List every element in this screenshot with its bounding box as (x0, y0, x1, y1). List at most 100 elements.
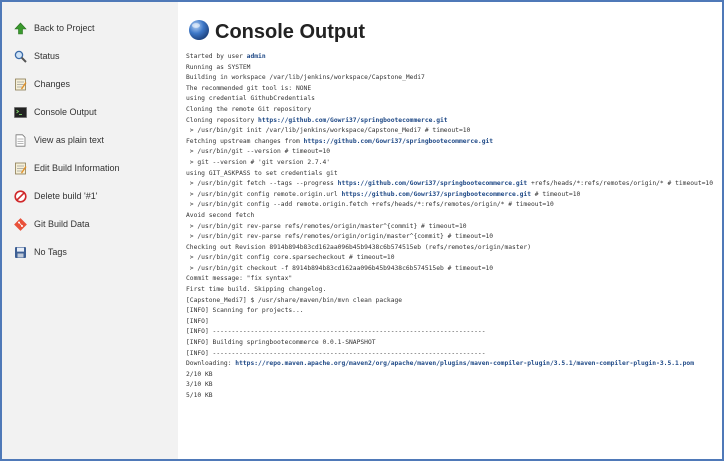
sidebar-item-label: View as plain text (34, 135, 104, 145)
console-line: Downloading: https://repo.maven.apache.o… (186, 359, 716, 370)
console-line-text: Commit message: "fix syntax" (186, 275, 293, 283)
console-line-text: Cloning the remote Git repository (186, 105, 312, 113)
console-line: 3/10 KB (186, 380, 716, 391)
console-line-text: > /usr/bin/git config remote.origin.url (186, 190, 342, 198)
console-line: [INFO] ---------------------------------… (186, 349, 716, 360)
console-line: Commit message: "fix syntax" (186, 274, 716, 285)
terminal-icon (14, 106, 27, 119)
console-line: Running as SYSTEM (186, 63, 716, 74)
console-link[interactable]: https://github.com/Gowri37/springbooteco… (304, 138, 494, 145)
sidebar-item-edit-build-information[interactable]: Edit Build Information (14, 158, 120, 178)
sidebar: Back to Project Status Changes Console O… (2, 2, 178, 459)
console-link[interactable]: https://repo.maven.apache.org/maven2/org… (235, 360, 694, 367)
console-line-text: > /usr/bin/git rev-parse refs/remotes/or… (186, 222, 467, 230)
console-line-text: 5/10 KB (186, 392, 213, 399)
sidebar-item-changes[interactable]: Changes (14, 74, 70, 94)
sidebar-item-git-build-data[interactable]: Git Build Data (14, 214, 90, 234)
sidebar-item-delete-build[interactable]: Delete build '#1' (14, 186, 97, 206)
console-line: [INFO] ---------------------------------… (186, 327, 716, 338)
sidebar-item-label: Git Build Data (34, 219, 90, 229)
sidebar-item-label: Edit Build Information (34, 163, 120, 173)
console-line: > git --version # 'git version 2.7.4' (186, 158, 716, 169)
console-line-text: > git --version # 'git version 2.7.4' (186, 158, 331, 166)
console-line-text: Checking out Revision 8914b894b83cd162aa… (186, 243, 531, 251)
console-line-text: > /usr/bin/git fetch --tags --progress (186, 180, 338, 188)
console-line: 5/10 KB (186, 391, 716, 402)
console-line: > /usr/bin/git config remote.origin.url … (186, 190, 716, 201)
save-icon (14, 246, 27, 259)
console-line: Checking out Revision 8914b894b83cd162aa… (186, 243, 716, 254)
document-icon (14, 133, 27, 147)
console-line-text: [INFO] Scanning for projects... (186, 307, 304, 315)
no-entry-icon (14, 189, 27, 203)
sidebar-item-back-to-project[interactable]: Back to Project (14, 18, 95, 38)
console-line-text: > /usr/bin/git config core.sparsecheckou… (186, 254, 395, 262)
console-line: > /usr/bin/git rev-parse refs/remotes/or… (186, 232, 716, 243)
console-line-text: Fetching upstream changes from (186, 137, 304, 145)
console-line: Fetching upstream changes from https://g… (186, 137, 716, 148)
console-line-text: using credential GithubCredentials (186, 95, 315, 103)
console-line-text: > /usr/bin/git config --add remote.origi… (186, 201, 554, 209)
page-title: Console Output (215, 20, 365, 43)
console-line: [INFO] Scanning for projects... (186, 306, 716, 317)
notepad-icon (14, 78, 27, 91)
console-line-text: Cloning repository (186, 116, 259, 124)
sidebar-item-status[interactable]: Status (14, 46, 60, 66)
sidebar-item-label: Changes (34, 79, 71, 89)
console-line: Cloning the remote Git repository (186, 105, 716, 116)
console-line: [INFO] Building springbootecommerce 0.0.… (186, 338, 716, 349)
console-line: > /usr/bin/git config --add remote.origi… (186, 200, 716, 211)
console-line-text: > /usr/bin/git rev-parse refs/remotes/or… (186, 233, 494, 241)
console-line-text: Building in workspace /var/lib/jenkins/w… (186, 74, 425, 82)
console-line-text: [Capstone_Medi7] $ /usr/share/maven/bin/… (186, 296, 403, 304)
console-line-text: Started by user (186, 53, 247, 60)
console-line: [Capstone_Medi7] $ /usr/share/maven/bin/… (186, 296, 716, 307)
sidebar-item-no-tags[interactable]: No Tags (14, 242, 67, 262)
sidebar-item-view-as-plain-text[interactable]: View as plain text (14, 130, 104, 150)
sidebar-item-console-output[interactable]: Console Output (14, 102, 97, 122)
console-line-text: 2/10 KB (186, 370, 213, 378)
sidebar-item-label: Console Output (34, 107, 97, 117)
console-line: > /usr/bin/git rev-parse refs/remotes/or… (186, 222, 716, 233)
console-line: Building in workspace /var/lib/jenkins/w… (186, 73, 716, 84)
globe-icon (188, 19, 210, 46)
main-content: Console Output Started by user admin Runn… (186, 2, 720, 459)
console-line: > /usr/bin/git fetch --tags --progress h… (186, 179, 716, 190)
console-line-suffix: # timeout=10 (531, 190, 581, 198)
console-line: Started by user admin (186, 52, 716, 63)
console-line-text: [INFO] (186, 317, 209, 325)
console-line-text: First time build. Skipping changelog. (186, 286, 327, 294)
console-line-text: [INFO] Building springbootecommerce 0.0.… (186, 339, 376, 347)
console-line-suffix: +refs/heads/*:refs/remotes/origin/* # ti… (527, 180, 713, 188)
console-line: [INFO] (186, 317, 716, 328)
console-link[interactable]: https://github.com/Gowri37/springbooteco… (258, 117, 448, 124)
console-line: using credential GithubCredentials (186, 94, 716, 105)
console-link[interactable]: https://github.com/Gowri37/springbooteco… (341, 191, 531, 198)
console-line: using GIT_ASKPASS to set credentials git (186, 169, 716, 180)
console-line: > /usr/bin/git --version # timeout=10 (186, 147, 716, 158)
console-link[interactable]: admin (247, 53, 266, 60)
up-arrow-icon (14, 22, 27, 35)
console-line-text: [INFO] ---------------------------------… (186, 349, 486, 357)
console-line-text: Running as SYSTEM (186, 63, 251, 71)
console-line: The recommended git tool is: NONE (186, 84, 716, 95)
console-line: First time build. Skipping changelog. (186, 285, 716, 296)
console-line: 2/10 KB (186, 370, 716, 381)
sidebar-item-label: No Tags (34, 247, 67, 257)
console-line-text: > /usr/bin/git checkout -f 8914b894b83cd… (186, 264, 494, 272)
console-line: Avoid second fetch (186, 211, 716, 222)
notepad-icon (14, 162, 27, 175)
console-line: > /usr/bin/git init /var/lib/jenkins/wor… (186, 126, 716, 137)
console-line-text: 3/10 KB (186, 381, 213, 389)
git-icon (14, 217, 27, 231)
console-link[interactable]: https://github.com/Gowri37/springbooteco… (338, 180, 528, 187)
sidebar-item-label: Status (34, 51, 60, 61)
console-line-text: The recommended git tool is: NONE (186, 84, 312, 92)
sidebar-item-label: Back to Project (34, 23, 95, 33)
sidebar-item-label: Delete build '#1' (34, 191, 98, 201)
console-line: Cloning repository https://github.com/Go… (186, 116, 716, 127)
console-line: > /usr/bin/git checkout -f 8914b894b83cd… (186, 264, 716, 275)
console-line-text: using GIT_ASKPASS to set credentials git (186, 169, 338, 177)
console-line-text: [INFO] ---------------------------------… (186, 328, 486, 336)
console-line-text: Avoid second fetch (186, 211, 255, 219)
